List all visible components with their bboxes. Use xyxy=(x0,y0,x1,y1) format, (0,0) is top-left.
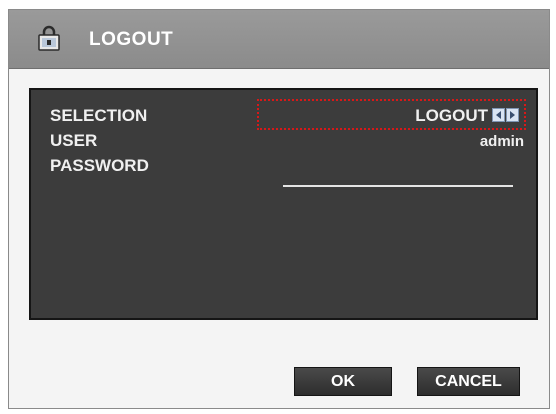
arrow-left-icon[interactable] xyxy=(492,108,505,122)
password-field[interactable] xyxy=(283,185,513,187)
dialog-title: LOGOUT xyxy=(89,29,174,50)
user-value: admin xyxy=(479,133,524,150)
selection-label: SELECTION xyxy=(50,106,148,125)
selection-field[interactable]: LOGOUT xyxy=(257,99,526,130)
title-bar: LOGOUT xyxy=(9,10,549,69)
arrow-right-icon[interactable] xyxy=(506,108,519,122)
logout-dialog: LOGOUT SELECTION USER PASSWORD LOGOUT ad… xyxy=(8,9,550,409)
password-label: PASSWORD xyxy=(50,156,149,175)
cancel-button[interactable]: CANCEL xyxy=(417,367,520,396)
selection-value: LOGOUT xyxy=(415,106,488,125)
lock-icon xyxy=(38,25,60,51)
logout-form-panel: SELECTION USER PASSWORD LOGOUT admin xyxy=(29,88,538,320)
ok-button[interactable]: OK xyxy=(294,367,392,396)
user-label: USER xyxy=(50,131,98,150)
